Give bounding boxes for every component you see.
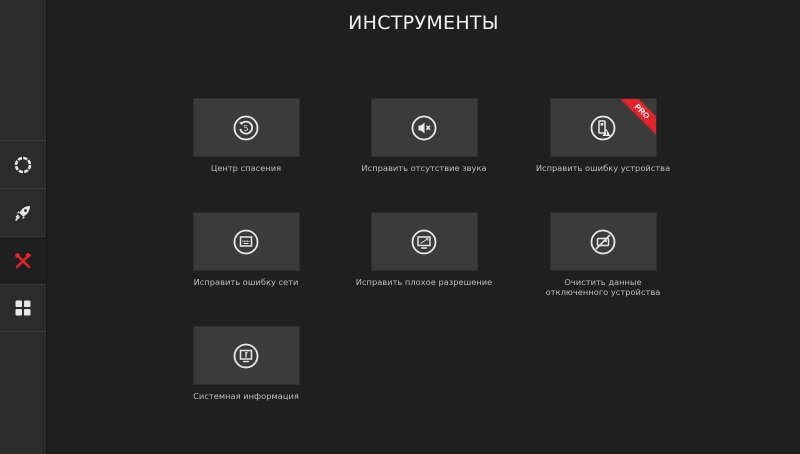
tool-label: Очистить данные отключенного устройства — [545, 277, 661, 297]
speaker-muted-icon — [411, 115, 437, 140]
tool-label: Исправить отсутствие звука — [361, 163, 487, 173]
fix-bad-resolution-button[interactable] — [370, 212, 478, 271]
rocket-icon — [15, 205, 30, 221]
pro-badge: PRO — [614, 99, 656, 139]
fix-network-error-button[interactable] — [192, 212, 300, 271]
app-window: ИНСТРУМЕНТЫ 5 Центр спасения Исправить о… — [0, 0, 800, 454]
tool-system-info: Системная информация — [156, 326, 336, 401]
tool-fix-no-sound: Исправить отсутствие звука — [334, 98, 514, 173]
fix-no-sound-button[interactable] — [370, 98, 478, 157]
resolution-icon — [411, 229, 437, 254]
tool-fix-bad-resolution: Исправить плохое разрешение — [334, 212, 514, 287]
fix-device-error-button[interactable]: PRO — [549, 98, 657, 157]
rescue-center-button[interactable]: 5 — [192, 98, 300, 157]
restore-icon: 5 — [233, 115, 259, 140]
sidebar-item-boost[interactable] — [0, 188, 46, 236]
grid-icon — [15, 300, 31, 316]
tool-clear-disconnected-device: Очистить данные отключенного устройства — [513, 212, 693, 297]
svg-text:5: 5 — [244, 124, 249, 133]
ring-icon — [14, 156, 32, 173]
sidebar-item-status[interactable] — [0, 140, 46, 188]
sidebar-item-tools[interactable] — [0, 236, 46, 284]
tool-label: Исправить ошибку сети — [193, 277, 299, 287]
sidebar-item-apps[interactable] — [0, 284, 46, 332]
tool-rescue-center: 5 Центр спасения — [156, 98, 336, 173]
tool-label: Системная информация — [193, 391, 299, 401]
system-info-icon — [233, 343, 259, 368]
tool-label: Исправить плохое разрешение — [355, 277, 493, 287]
clear-disconnected-device-button[interactable] — [549, 212, 657, 271]
sidebar — [0, 0, 47, 454]
device-warning-icon — [590, 115, 616, 140]
tool-label: Центр спасения — [210, 163, 282, 173]
disconnected-device-icon — [590, 229, 616, 254]
tool-label: Исправить ошибку устройства — [535, 163, 671, 173]
tool-fix-device-error: PRO Исправить ошибку устройства — [513, 98, 693, 173]
tool-fix-network-error: Исправить ошибку сети — [156, 212, 336, 287]
tools-icon — [15, 251, 32, 268]
page-title: ИНСТРУМЕНТЫ — [348, 12, 499, 34]
network-port-icon — [233, 229, 259, 254]
system-info-button[interactable] — [192, 326, 300, 385]
